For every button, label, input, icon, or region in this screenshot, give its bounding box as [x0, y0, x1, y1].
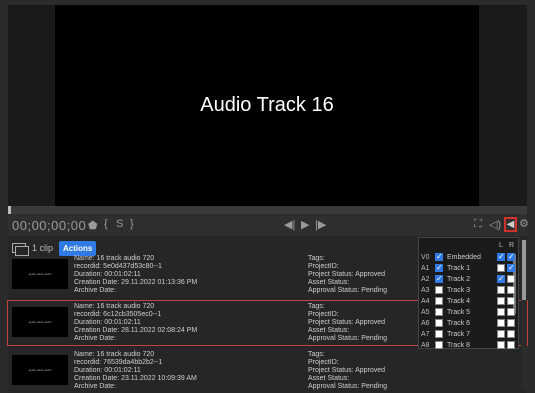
player-controls: 00;00;00;00 ⬟ { S } ◀| ▶ |▶ ⛶ ◁) ◀ ⚙ — [8, 214, 529, 236]
track-channel-label: A3 — [421, 287, 430, 294]
segment-icon[interactable]: S — [116, 218, 123, 230]
left-channel-checkbox[interactable] — [497, 264, 505, 272]
left-channel-checkbox[interactable] — [497, 330, 505, 338]
audio-track-row[interactable]: A7 Track 7 — [419, 329, 520, 340]
video-player: Audio Track 16 — [8, 5, 527, 206]
right-channel-checkbox[interactable] — [507, 286, 515, 294]
mark-in-icon[interactable]: ⬟ — [88, 219, 98, 232]
left-channel-checkbox[interactable] — [497, 308, 505, 316]
volume-icon[interactable]: ◁) — [489, 218, 501, 231]
right-channel-checkbox[interactable] — [507, 297, 515, 305]
track-enable-checkbox[interactable] — [435, 297, 443, 305]
track-channel-label: A5 — [421, 309, 430, 316]
audio-track-row[interactable]: A5 Track 5 — [419, 307, 520, 318]
track-channel-label: A7 — [421, 331, 430, 338]
clip-meta: Name: 16 track audio 720 recordid: 76539… — [74, 351, 197, 390]
video-frame[interactable]: Audio Track 16 — [55, 5, 479, 206]
left-channel-header: L — [499, 242, 503, 249]
fullscreen-icon[interactable]: ⛶ — [474, 218, 482, 231]
audio-routing-icon: ◀ — [506, 219, 515, 230]
right-channel-checkbox[interactable] — [507, 252, 515, 261]
clip-status: Tags: ProjectID: Project Status: Approve… — [308, 255, 387, 294]
play-icon[interactable]: ▶ — [301, 218, 309, 231]
video-title: Audio Track 16 — [200, 94, 334, 116]
track-name: Track 7 — [447, 331, 471, 338]
thumbnail[interactable]: audio track audio — [12, 355, 68, 385]
left-channel-checkbox[interactable] — [497, 341, 505, 349]
clip-meta: Name: 16 track audio 720 recordid: 6c12c… — [74, 303, 198, 342]
track-channel-label: A4 — [421, 298, 430, 305]
track-name: Track 3 — [447, 287, 471, 294]
thumbnail[interactable]: audio track audio — [12, 307, 68, 337]
step-forward-icon[interactable]: |▶ — [315, 218, 326, 231]
track-enable-checkbox[interactable] — [435, 308, 443, 316]
audio-routing-button[interactable]: ◀ — [504, 217, 517, 232]
audio-track-row[interactable]: V0 Embedded — [419, 252, 520, 263]
step-back-icon[interactable]: ◀| — [284, 218, 295, 231]
playhead[interactable] — [8, 206, 11, 214]
audio-track-dropdown: L R V0 Embedded A1 Track 1 A2 Track 2 A3 Track … — [418, 237, 519, 349]
left-channel-checkbox[interactable] — [497, 252, 505, 261]
left-channel-checkbox[interactable] — [497, 297, 505, 305]
track-channel-label: A6 — [421, 320, 430, 327]
track-channel-label: A8 — [421, 342, 430, 349]
track-enable-checkbox[interactable] — [435, 274, 443, 283]
track-name: Track 4 — [447, 298, 471, 305]
right-channel-checkbox[interactable] — [507, 263, 515, 272]
table-row[interactable]: audio track audio Name: 16 track audio 7… — [8, 349, 527, 393]
audio-track-row[interactable]: A1 Track 1 — [419, 263, 520, 274]
right-channel-checkbox[interactable] — [507, 308, 515, 316]
audio-track-row[interactable]: A6 Track 6 — [419, 318, 520, 329]
left-channel-checkbox[interactable] — [497, 286, 505, 294]
track-enable-checkbox[interactable] — [435, 330, 443, 338]
right-channel-checkbox[interactable] — [507, 319, 515, 327]
timeline-scrubber[interactable] — [8, 206, 527, 214]
track-name: Track 2 — [447, 276, 471, 283]
right-channel-checkbox[interactable] — [507, 275, 515, 283]
track-name: Track 1 — [447, 265, 471, 272]
track-channel-label: V0 — [421, 254, 430, 261]
list-scrollbar[interactable] — [521, 240, 527, 390]
left-channel-checkbox[interactable] — [497, 274, 505, 283]
track-enable-checkbox[interactable] — [435, 319, 443, 327]
right-channel-checkbox[interactable] — [507, 341, 515, 349]
right-channel-header: R — [509, 242, 515, 249]
track-channel-label: A1 — [421, 265, 430, 272]
audio-track-row[interactable]: A4 Track 4 — [419, 296, 520, 307]
brace-open-icon[interactable]: { — [104, 218, 108, 230]
track-name: Track 5 — [447, 309, 471, 316]
thumbnail[interactable]: audio track audio — [12, 259, 68, 289]
left-channel-checkbox[interactable] — [497, 319, 505, 327]
track-enable-checkbox[interactable] — [435, 263, 443, 272]
clip-meta: Name: 16 track audio 720 recordid: 5e0d4… — [74, 255, 198, 294]
timecode: 00;00;00;00 — [12, 217, 87, 233]
track-enable-checkbox[interactable] — [435, 252, 443, 261]
right-channel-checkbox[interactable] — [507, 330, 515, 338]
track-name: Track 8 — [447, 342, 471, 349]
track-name: Embedded — [447, 254, 481, 261]
scrollbar-thumb[interactable] — [522, 240, 526, 300]
clip-count: 1 clip — [32, 243, 54, 253]
track-channel-label: A2 — [421, 276, 430, 283]
audio-track-row[interactable]: A2 Track 2 — [419, 274, 520, 285]
settings-icon[interactable]: ⚙ — [519, 217, 529, 230]
audio-track-row[interactable]: A3 Track 3 — [419, 285, 520, 296]
clip-status: Tags: ProjectID: Project Status: Approve… — [308, 351, 387, 390]
clips-icon — [12, 243, 29, 256]
track-enable-checkbox[interactable] — [435, 341, 443, 349]
track-name: Track 6 — [447, 320, 471, 327]
brace-close-icon[interactable]: } — [130, 218, 134, 230]
track-enable-checkbox[interactable] — [435, 286, 443, 294]
clip-status: Tags: ProjectID: Project Status: Approve… — [308, 303, 387, 342]
audio-track-row[interactable]: A8 Track 8 — [419, 340, 520, 351]
